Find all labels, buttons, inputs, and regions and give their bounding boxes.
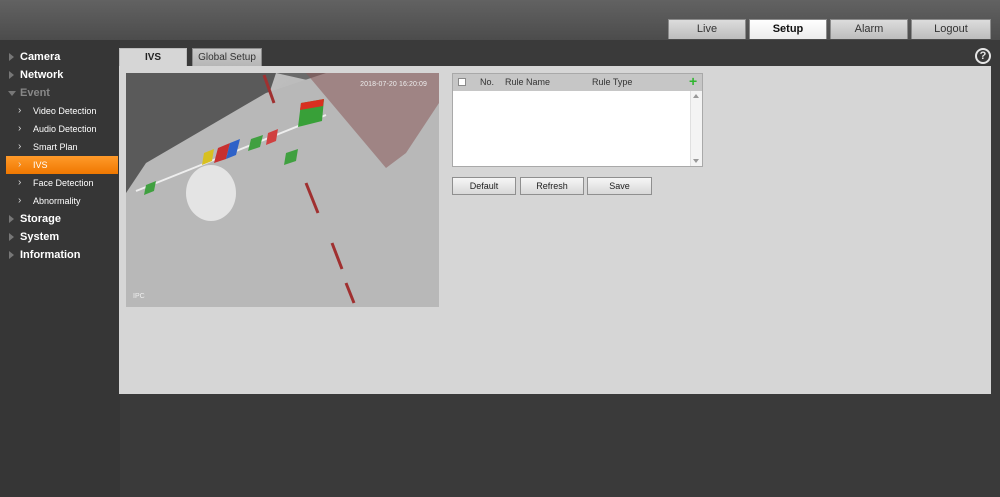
help-icon[interactable]: ? <box>975 48 991 64</box>
select-all-checkbox[interactable] <box>458 78 466 86</box>
sidebar-item-label: Information <box>20 249 81 261</box>
logout-button[interactable]: Logout <box>911 19 991 39</box>
expand-arrow-icon <box>9 53 14 61</box>
expand-arrow-icon <box>9 215 14 223</box>
rule-table-header: No. Rule Name Rule Type + <box>453 73 702 91</box>
chevron-right-icon: › <box>18 159 22 170</box>
sidebar-item-storage[interactable]: Storage <box>0 210 118 228</box>
default-button[interactable]: Default <box>452 177 516 195</box>
sidebar-item-label: Smart Plan <box>33 142 78 152</box>
expand-arrow-icon <box>9 251 14 259</box>
sidebar-item-smart-plan[interactable]: › Smart Plan <box>6 138 118 156</box>
sidebar-item-information[interactable]: Information <box>0 246 118 264</box>
sidebar-item-abnormality[interactable]: › Abnormality <box>6 192 118 210</box>
tab-global-setup[interactable]: Global Setup <box>192 48 262 67</box>
sidebar-item-face-detection[interactable]: › Face Detection <box>6 174 118 192</box>
save-button[interactable]: Save <box>587 177 652 195</box>
rule-table-scrollbar[interactable] <box>690 91 702 166</box>
sidebar-item-video-detection[interactable]: › Video Detection <box>6 102 118 120</box>
top-navigation: Live Setup Alarm Logout <box>668 19 991 39</box>
scroll-up-icon[interactable] <box>693 94 699 98</box>
chevron-right-icon: › <box>18 123 22 134</box>
tab-alarm[interactable]: Alarm <box>830 19 908 39</box>
sidebar-item-label: Video Detection <box>33 106 97 116</box>
column-rule-type: Rule Type <box>592 77 633 87</box>
sidebar-item-label: Network <box>20 69 64 81</box>
sidebar-item-system[interactable]: System <box>0 228 118 246</box>
rule-table: No. Rule Name Rule Type + <box>452 73 703 167</box>
video-timestamp: 2018-07-20 16:20:09 <box>360 81 427 88</box>
sidebar-item-label: Storage <box>20 213 61 225</box>
collapse-arrow-icon <box>8 91 16 96</box>
sidebar-item-label: Abnormality <box>33 196 81 206</box>
tab-ivs[interactable]: IVS <box>119 48 187 67</box>
chevron-right-icon: › <box>18 141 22 152</box>
sidebar-item-label: Face Detection <box>33 178 94 188</box>
camera-scene-image <box>126 73 439 307</box>
sidebar-item-network[interactable]: Network <box>0 66 118 84</box>
column-no: No. <box>480 77 495 87</box>
sidebar-item-label: System <box>20 231 60 243</box>
expand-arrow-icon <box>9 71 14 79</box>
sidebar-item-label: Event <box>20 87 50 99</box>
add-rule-icon[interactable]: + <box>689 73 697 89</box>
chevron-right-icon: › <box>18 195 22 206</box>
sidebar-item-event[interactable]: Event <box>0 84 118 102</box>
sidebar-item-label: Camera <box>20 51 61 63</box>
scroll-down-icon[interactable] <box>693 159 699 163</box>
video-channel-label: IPC <box>133 293 145 300</box>
expand-arrow-icon <box>9 233 14 241</box>
refresh-button[interactable]: Refresh <box>520 177 584 195</box>
sidebar-item-label: IVS <box>33 160 48 170</box>
chevron-right-icon: › <box>18 105 22 116</box>
chevron-right-icon: › <box>18 177 22 188</box>
sidebar-item-camera[interactable]: Camera <box>0 48 118 66</box>
tab-live[interactable]: Live <box>668 19 746 39</box>
sidebar-item-label: Audio Detection <box>33 124 97 134</box>
column-rule-name: Rule Name <box>505 77 551 87</box>
sidebar-item-ivs[interactable]: › IVS <box>6 156 118 174</box>
video-preview[interactable]: 2018-07-20 16:20:09 IPC <box>126 73 439 307</box>
sidebar-item-audio-detection[interactable]: › Audio Detection <box>6 120 118 138</box>
tab-setup[interactable]: Setup <box>749 19 827 39</box>
